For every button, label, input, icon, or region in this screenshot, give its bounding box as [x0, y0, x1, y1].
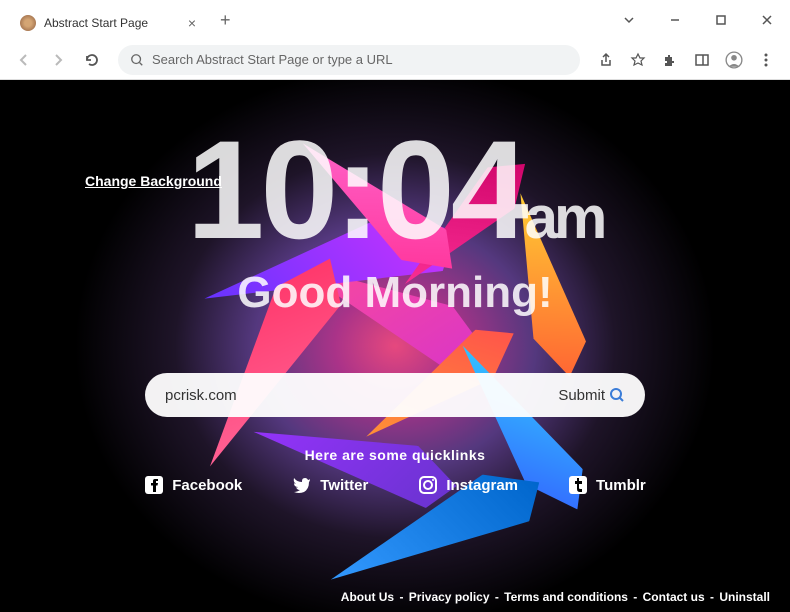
reload-button[interactable] — [78, 46, 106, 74]
tumblr-icon — [568, 475, 588, 495]
footer-links: About Us - Privacy policy - Terms and co… — [341, 590, 770, 604]
quicklink-facebook[interactable]: Facebook — [144, 475, 242, 495]
share-icon[interactable] — [592, 46, 620, 74]
search-bar: Submit — [145, 373, 645, 417]
quicklink-instagram[interactable]: Instagram — [418, 475, 518, 495]
browser-tab[interactable]: Abstract Start Page × — [8, 6, 208, 40]
clock-time: 10:04 — [187, 111, 525, 268]
forward-button[interactable] — [44, 46, 72, 74]
footer-privacy[interactable]: Privacy policy — [409, 590, 490, 604]
page-content: Change Background 10:04am Good Morning! … — [0, 80, 790, 612]
minimize-button[interactable] — [652, 0, 698, 40]
quicklink-label: Tumblr — [596, 477, 646, 494]
quicklink-tumblr[interactable]: Tumblr — [568, 475, 646, 495]
close-window-button[interactable] — [744, 0, 790, 40]
footer-terms[interactable]: Terms and conditions — [504, 590, 628, 604]
search-icon — [130, 53, 144, 67]
footer-contact[interactable]: Contact us — [643, 590, 705, 604]
instagram-icon — [418, 475, 438, 495]
quicklink-label: Twitter — [320, 477, 368, 494]
search-submit-icon — [609, 387, 625, 403]
omnibox-placeholder: Search Abstract Start Page or type a URL — [152, 52, 393, 67]
quicklinks-row: Facebook Twitter Instagram Tumblr — [144, 475, 646, 495]
footer-uninstall[interactable]: Uninstall — [719, 590, 770, 604]
bookmark-icon[interactable] — [624, 46, 652, 74]
greeting-text: Good Morning! — [237, 268, 552, 318]
quicklink-label: Facebook — [172, 477, 242, 494]
back-button[interactable] — [10, 46, 38, 74]
new-tab-button[interactable]: + — [216, 6, 235, 35]
quicklink-label: Instagram — [446, 477, 518, 494]
quicklinks-header: Here are some quicklinks — [305, 447, 486, 463]
submit-button[interactable]: Submit — [558, 387, 625, 404]
menu-icon[interactable] — [752, 46, 780, 74]
tab-title: Abstract Start Page — [44, 16, 180, 30]
submit-label: Submit — [558, 387, 605, 404]
tab-favicon-icon — [20, 15, 36, 31]
quicklink-twitter[interactable]: Twitter — [292, 475, 368, 495]
caret-down-button[interactable] — [606, 0, 652, 40]
address-bar[interactable]: Search Abstract Start Page or type a URL — [118, 45, 580, 75]
clock-display: 10:04am — [187, 120, 604, 260]
sidepanel-icon[interactable] — [688, 46, 716, 74]
change-background-link[interactable]: Change Background — [85, 173, 222, 189]
footer-about[interactable]: About Us — [341, 590, 394, 604]
clock-ampm: am — [525, 184, 604, 251]
twitter-icon — [292, 475, 312, 495]
search-input[interactable] — [165, 387, 558, 404]
facebook-icon — [144, 475, 164, 495]
close-tab-icon[interactable]: × — [188, 15, 196, 31]
browser-toolbar: Search Abstract Start Page or type a URL — [0, 40, 790, 80]
maximize-button[interactable] — [698, 0, 744, 40]
window-titlebar: Abstract Start Page × + — [0, 0, 790, 40]
profile-icon[interactable] — [720, 46, 748, 74]
extensions-icon[interactable] — [656, 46, 684, 74]
